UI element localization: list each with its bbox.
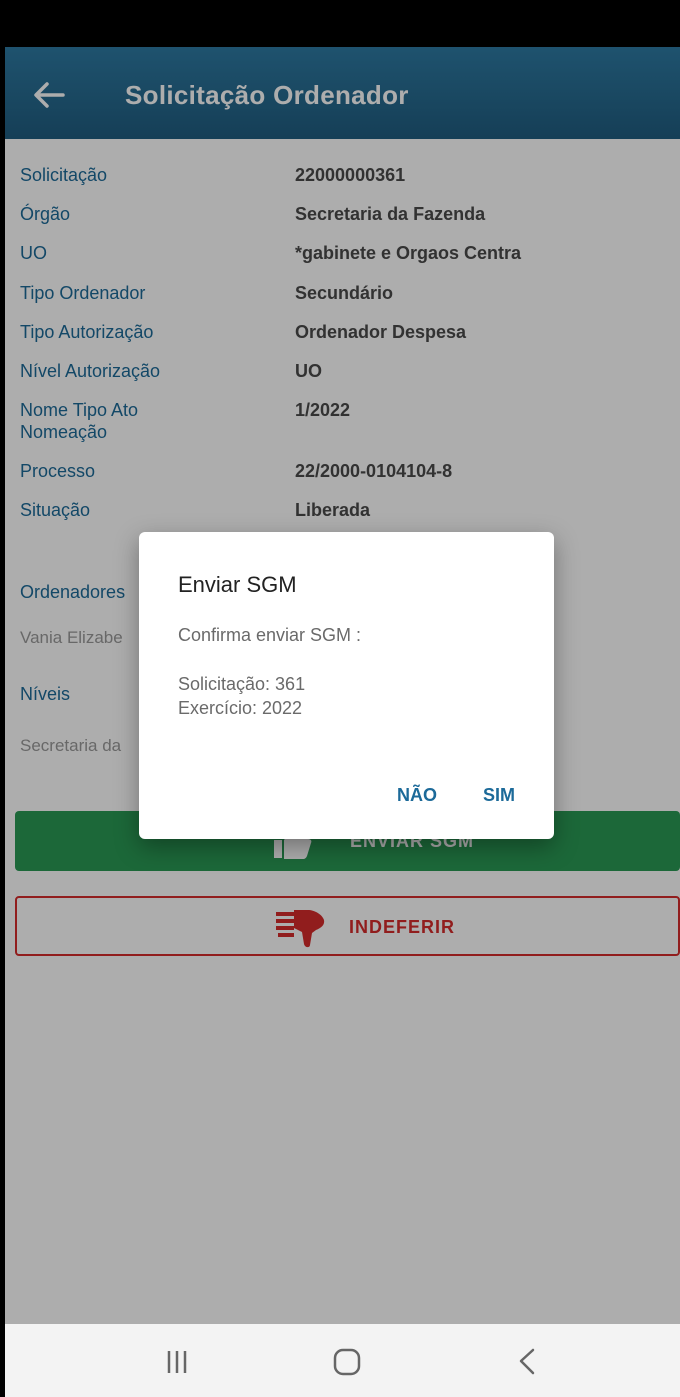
confirm-dialog: Enviar SGM Confirma enviar SGM : Solicit… bbox=[139, 532, 554, 839]
dialog-solicitacao: Solicitação: 361 bbox=[178, 674, 306, 694]
dialog-exercicio: Exercício: 2022 bbox=[178, 698, 303, 718]
screen: Solicitação Ordenador Solicitação 220000… bbox=[5, 0, 680, 1397]
nav-back-icon bbox=[519, 1348, 535, 1375]
home-button[interactable] bbox=[328, 1346, 368, 1376]
recents-icon bbox=[167, 1351, 187, 1373]
home-icon bbox=[333, 1348, 361, 1376]
recents-button[interactable] bbox=[157, 1346, 197, 1376]
system-nav-bar bbox=[5, 1324, 680, 1397]
nav-back-button[interactable] bbox=[511, 1346, 551, 1376]
dialog-title: Enviar SGM bbox=[178, 572, 297, 597]
status-bar bbox=[5, 0, 680, 47]
confirm-button[interactable]: SIM bbox=[483, 785, 515, 806]
cancel-button[interactable]: NÃO bbox=[397, 785, 437, 806]
dialog-message: Confirma enviar SGM : bbox=[178, 625, 362, 645]
